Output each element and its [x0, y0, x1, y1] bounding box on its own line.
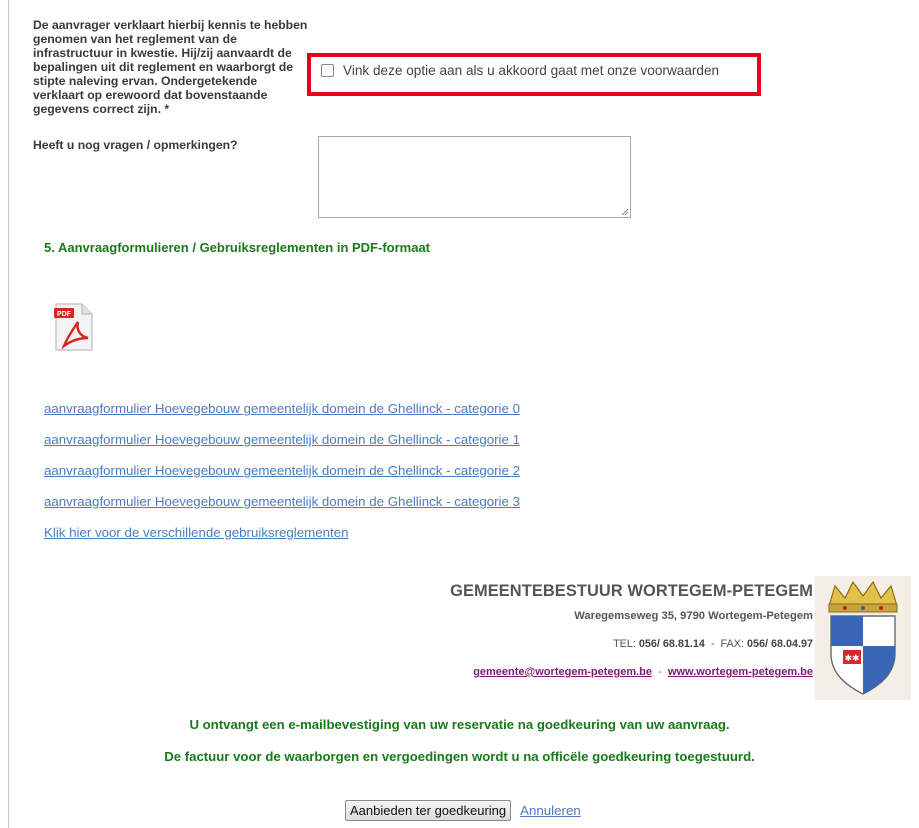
council-web-row: gemeente@wortegem-petegem.be - www.worte… — [450, 666, 813, 678]
agree-terms-row[interactable]: Vink deze optie aan als u akkoord gaat m… — [321, 63, 719, 78]
confirmation-notice: U ontvangt een e-mailbevestiging van uw … — [189, 717, 730, 732]
fax-label: FAX: — [720, 638, 744, 650]
pdf-link-list: aanvraagformulier Hoevegebouw gemeenteli… — [44, 401, 520, 556]
questions-textarea[interactable] — [318, 136, 631, 218]
link-categorie-1[interactable]: aanvraagformulier Hoevegebouw gemeenteli… — [44, 432, 520, 463]
tel-number: 056/ 68.81.14 — [638, 638, 705, 650]
link-categorie-0[interactable]: aanvraagformulier Hoevegebouw gemeenteli… — [44, 401, 520, 432]
invoice-notice: De factuur voor de waarborgen en vergoed… — [164, 749, 755, 764]
pdf-section-title: 5. Aanvraagformulieren / Gebruiksregleme… — [44, 240, 431, 255]
agree-terms-label: Vink deze optie aan als u akkoord gaat m… — [343, 63, 720, 78]
agree-terms-checkbox[interactable] — [321, 64, 334, 77]
council-name: GEMEENTEBESTUUR WORTEGEM-PETEGEM — [450, 582, 813, 600]
questions-label: Heeft u nog vragen / opmerkingen? — [33, 138, 238, 152]
link-categorie-3[interactable]: aanvraagformulier Hoevegebouw gemeenteli… — [44, 494, 520, 525]
cancel-link[interactable]: Annuleren — [520, 803, 581, 818]
pdf-file-icon[interactable]: PDF — [54, 302, 94, 352]
municipal-crest-icon: ✱✱ — [815, 576, 911, 700]
submit-button[interactable]: Aanbieden ter goedkeuring — [345, 800, 512, 821]
tel-label: TEL: — [613, 638, 636, 650]
tel-separator: - — [710, 638, 715, 650]
link-gebruiksreglementen[interactable]: Klik hier voor de verschillende gebruiks… — [44, 525, 520, 556]
svg-text:✱✱: ✱✱ — [844, 654, 859, 664]
council-phone-fax: TEL: 056/ 68.81.14 - FAX: 056/ 68.04.97 — [450, 638, 813, 650]
web-separator: - — [658, 666, 662, 678]
council-address: Waregemseweg 35, 9790 Wortegem-Petegem — [574, 610, 813, 622]
declaration-label: De aanvrager verklaart hierbij kennis te… — [33, 18, 308, 116]
left-border-line — [8, 0, 9, 828]
link-categorie-2[interactable]: aanvraagformulier Hoevegebouw gemeenteli… — [44, 463, 520, 494]
resize-grip-icon[interactable] — [621, 208, 628, 215]
council-website-link[interactable]: www.wortegem-petegem.be — [668, 666, 813, 678]
svg-text:PDF: PDF — [57, 311, 72, 318]
council-email-link[interactable]: gemeente@wortegem-petegem.be — [473, 666, 652, 678]
fax-number: 056/ 68.04.97 — [746, 638, 813, 650]
form-actions: Aanbieden ter goedkeuring Annuleren — [345, 800, 581, 821]
council-contact-block: GEMEENTEBESTUUR WORTEGEM-PETEGEM Waregem… — [450, 582, 813, 678]
